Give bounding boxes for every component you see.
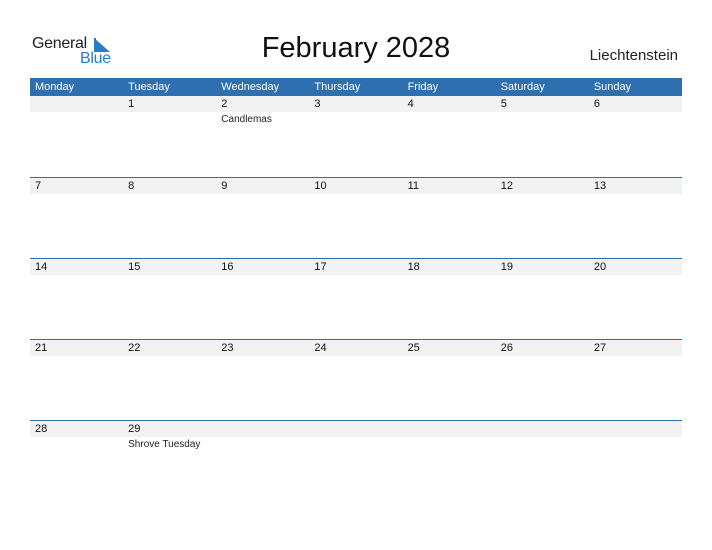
event-row: Candlemas [30, 112, 682, 126]
day-number: 15 [128, 261, 141, 273]
day-number: 29 [128, 423, 141, 435]
holiday-label [496, 356, 589, 370]
holiday-label [123, 356, 216, 370]
day-number [216, 421, 309, 437]
week-row: 28 29 Shrove Tuesday [30, 420, 682, 501]
day-number: 8 [128, 180, 135, 192]
event-row [30, 275, 682, 289]
holiday-label: Shrove Tuesday [128, 439, 201, 450]
weekday-thursday: Thursday [314, 81, 361, 93]
holiday-label [216, 437, 309, 451]
day-number: 25 [407, 342, 420, 354]
day-number: 3 [314, 98, 321, 110]
holiday-label [30, 437, 123, 451]
day-number: 18 [407, 261, 420, 273]
weekday-sunday: Sunday [593, 81, 632, 93]
day-number: 28 [35, 423, 48, 435]
day-number: 10 [314, 180, 327, 192]
day-number: 26 [500, 342, 513, 354]
week-row: 1 2 3 4 5 6 Candlemas [30, 96, 682, 177]
calendar-grid: Monday Tuesday Wednesday Thursday Friday… [30, 78, 682, 501]
week-row: 14 15 16 17 18 19 20 [30, 258, 682, 339]
day-number [589, 421, 682, 437]
day-number-row: 14 15 16 17 18 19 20 [30, 259, 682, 275]
weekday-wednesday: Wednesday [221, 81, 280, 93]
day-number: 1 [128, 98, 135, 110]
holiday-label [589, 437, 682, 451]
holiday-label [216, 275, 309, 289]
holiday-label [123, 194, 216, 208]
event-row [30, 194, 682, 208]
day-number: 22 [128, 342, 141, 354]
holiday-label [309, 356, 402, 370]
holiday-label [589, 194, 682, 208]
holiday-label [403, 437, 496, 451]
day-number: 4 [407, 98, 414, 110]
holiday-label [30, 275, 123, 289]
day-number: 24 [314, 342, 327, 354]
holiday-label [30, 356, 123, 370]
holiday-label [496, 437, 589, 451]
day-number: 13 [593, 180, 607, 192]
day-number: 17 [314, 261, 327, 273]
holiday-label [216, 194, 309, 208]
day-number: 27 [593, 342, 607, 354]
holiday-label [309, 437, 402, 451]
holiday-label [123, 275, 216, 289]
day-number: 2 [221, 98, 228, 110]
holiday-label [403, 356, 496, 370]
weekday-friday: Friday [407, 81, 439, 93]
holiday-label [309, 112, 402, 126]
holiday-label [496, 112, 589, 126]
week-row: 21 22 23 24 25 26 27 [30, 339, 682, 420]
holiday-label [589, 356, 682, 370]
weekday-tuesday: Tuesday [128, 81, 170, 93]
day-number: 14 [35, 261, 48, 273]
country-label: Liechtenstein [589, 47, 678, 64]
holiday-label [30, 194, 123, 208]
holiday-label [403, 275, 496, 289]
day-number: 21 [35, 342, 48, 354]
day-number-row: 28 29 [30, 421, 682, 437]
day-number [30, 96, 123, 112]
day-number [309, 421, 402, 437]
day-number: 11 [407, 180, 419, 192]
day-number-row: 21 22 23 24 25 26 27 [30, 340, 682, 356]
holiday-label [123, 112, 216, 126]
day-number: 12 [500, 180, 513, 192]
holiday-label [403, 194, 496, 208]
holiday-label [30, 112, 123, 126]
day-number-row: 7 8 9 10 11 12 13 [30, 178, 682, 194]
weekday-saturday: Saturday [500, 81, 545, 93]
holiday-label [496, 194, 589, 208]
day-number-row: 1 2 3 4 5 6 [30, 96, 682, 112]
day-number [496, 421, 589, 437]
event-row [30, 356, 682, 370]
day-number: 16 [221, 261, 234, 273]
day-number: 9 [221, 180, 228, 192]
day-number: 20 [593, 261, 607, 273]
day-number [403, 421, 496, 437]
day-number: 19 [500, 261, 513, 273]
day-number: 6 [593, 98, 600, 110]
holiday-label [216, 356, 309, 370]
holiday-label [309, 275, 402, 289]
holiday-label [496, 275, 589, 289]
weekday-monday: Monday [35, 81, 75, 93]
weekday-header: Monday Tuesday Wednesday Thursday Friday… [30, 78, 682, 96]
holiday-label [589, 112, 682, 126]
day-number: 5 [500, 98, 507, 110]
event-row: Shrove Tuesday [30, 437, 682, 451]
day-number: 7 [35, 180, 42, 192]
holiday-label [403, 112, 496, 126]
holiday-label: Candlemas [221, 114, 272, 125]
holiday-label [589, 275, 682, 289]
week-row: 7 8 9 10 11 12 13 [30, 177, 682, 258]
holiday-label [309, 194, 402, 208]
day-number: 23 [221, 342, 234, 354]
